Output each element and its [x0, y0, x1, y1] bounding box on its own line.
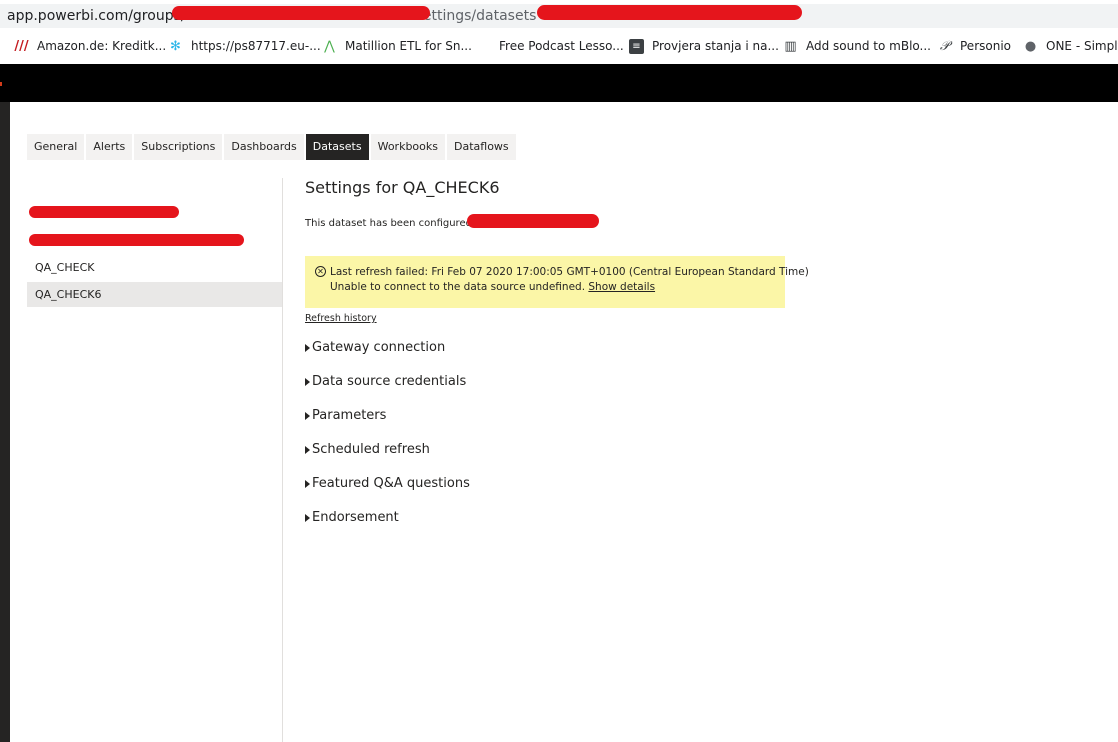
bookmark-provjera[interactable]: ≡ Provjera stanja i na...	[629, 38, 779, 54]
page-title: Settings for QA_CHECK6	[305, 178, 500, 197]
left-nav-rail	[0, 102, 10, 742]
tab-dataflows[interactable]: Dataflows	[447, 134, 516, 160]
alert-detail: Unable to connect to the data source und…	[330, 281, 655, 293]
dataset-item-qa-check6[interactable]: QA_CHECK6	[27, 282, 282, 307]
dataset-list: QA_CHECK QA_CHECK6	[27, 178, 283, 742]
tab-alerts[interactable]: Alerts	[86, 134, 133, 160]
caret-right-icon	[305, 445, 310, 454]
section-featured-qa[interactable]: Featured Q&A questions	[305, 476, 470, 491]
caret-right-icon	[305, 377, 310, 386]
section-parameters[interactable]: Parameters	[305, 408, 386, 423]
caret-right-icon	[305, 513, 310, 522]
document-icon: ≡	[629, 38, 644, 54]
tab-datasets[interactable]: Datasets	[305, 134, 369, 160]
section-label: Parameters	[312, 408, 387, 423]
browser-url-bar: app.powerbi.com/groups/settings/datasets	[0, 0, 1118, 28]
app-header	[0, 64, 1118, 102]
section-label: Scheduled refresh	[312, 442, 430, 457]
bookmark-label: ONE - Simply	[1046, 39, 1118, 53]
personio-icon: 𝒫	[939, 38, 950, 54]
book-icon: ▥	[784, 38, 797, 54]
matillion-icon: ⋀	[324, 38, 335, 54]
tab-subscriptions[interactable]: Subscriptions	[134, 134, 223, 160]
section-gateway-connection[interactable]: Gateway connection	[305, 340, 445, 355]
refresh-history-link[interactable]: Refresh history	[305, 313, 377, 324]
bookmark-personio[interactable]: 𝒫 Personio	[937, 38, 1011, 54]
section-label: Featured Q&A questions	[312, 476, 470, 491]
redaction-mark	[29, 234, 244, 246]
alert-detail-text: Unable to connect to the data source und…	[330, 281, 586, 293]
bookmark-label: Free Podcast Lesso...	[499, 39, 624, 53]
bookmarks-bar: /// Amazon.de: Kreditk... ✻ https://ps87…	[0, 28, 1118, 64]
show-details-link[interactable]: Show details	[588, 281, 655, 293]
section-data-source-credentials[interactable]: Data source credentials	[305, 374, 466, 389]
header-accent	[0, 82, 2, 86]
snowflake-icon: ✻	[170, 38, 181, 54]
redaction-mark	[537, 5, 802, 20]
configured-by-text: This dataset has been configured by	[305, 218, 488, 229]
bookmark-podcast[interactable]: Free Podcast Lesso...	[499, 38, 624, 54]
bookmark-amazon[interactable]: /// Amazon.de: Kreditk...	[14, 38, 166, 54]
redaction-mark	[172, 6, 430, 20]
bookmark-one[interactable]: ● ONE - Simply	[1023, 38, 1118, 54]
redaction-mark	[467, 214, 599, 228]
tab-dashboards[interactable]: Dashboards	[224, 134, 304, 160]
section-scheduled-refresh[interactable]: Scheduled refresh	[305, 442, 430, 457]
bookmark-label: Provjera stanja i na...	[652, 39, 779, 53]
section-label: Data source credentials	[312, 374, 467, 389]
section-label: Gateway connection	[312, 340, 446, 355]
redaction-mark	[29, 206, 179, 218]
amazon-stripes-icon: ///	[14, 38, 29, 54]
tab-workbooks[interactable]: Workbooks	[370, 134, 445, 160]
bookmark-matillion[interactable]: ⋀ Matillion ETL for Sn...	[322, 38, 472, 54]
caret-right-icon	[305, 411, 310, 420]
url-prefix: app.powerbi.com/groups/	[7, 8, 186, 24]
bookmark-label: https://ps87717.eu-...	[191, 39, 321, 53]
bookmark-mblock[interactable]: ▥ Add sound to mBlo...	[783, 38, 931, 54]
tab-general[interactable]: General	[27, 134, 85, 160]
error-circle-icon: ✕	[315, 266, 326, 277]
url-suffix: settings/datasets	[415, 8, 537, 24]
bookmark-label: Add sound to mBlo...	[806, 39, 931, 53]
section-label: Endorsement	[312, 510, 399, 525]
globe-icon: ●	[1024, 38, 1037, 54]
caret-right-icon	[305, 343, 310, 352]
section-endorsement[interactable]: Endorsement	[305, 510, 399, 525]
dataset-item-qa-check[interactable]: QA_CHECK	[27, 255, 282, 280]
settings-tabs: General Alerts Subscriptions Dashboards …	[27, 134, 518, 160]
alert-message: Last refresh failed: Fri Feb 07 2020 17:…	[330, 266, 809, 278]
refresh-failed-alert: ✕ Last refresh failed: Fri Feb 07 2020 1…	[305, 256, 809, 308]
bookmark-snowflake[interactable]: ✻ https://ps87717.eu-...	[168, 38, 321, 54]
caret-right-icon	[305, 479, 310, 488]
bookmark-label: Personio	[960, 39, 1011, 53]
bookmark-label: Matillion ETL for Sn...	[345, 39, 472, 53]
bookmark-label: Amazon.de: Kreditk...	[37, 39, 167, 53]
